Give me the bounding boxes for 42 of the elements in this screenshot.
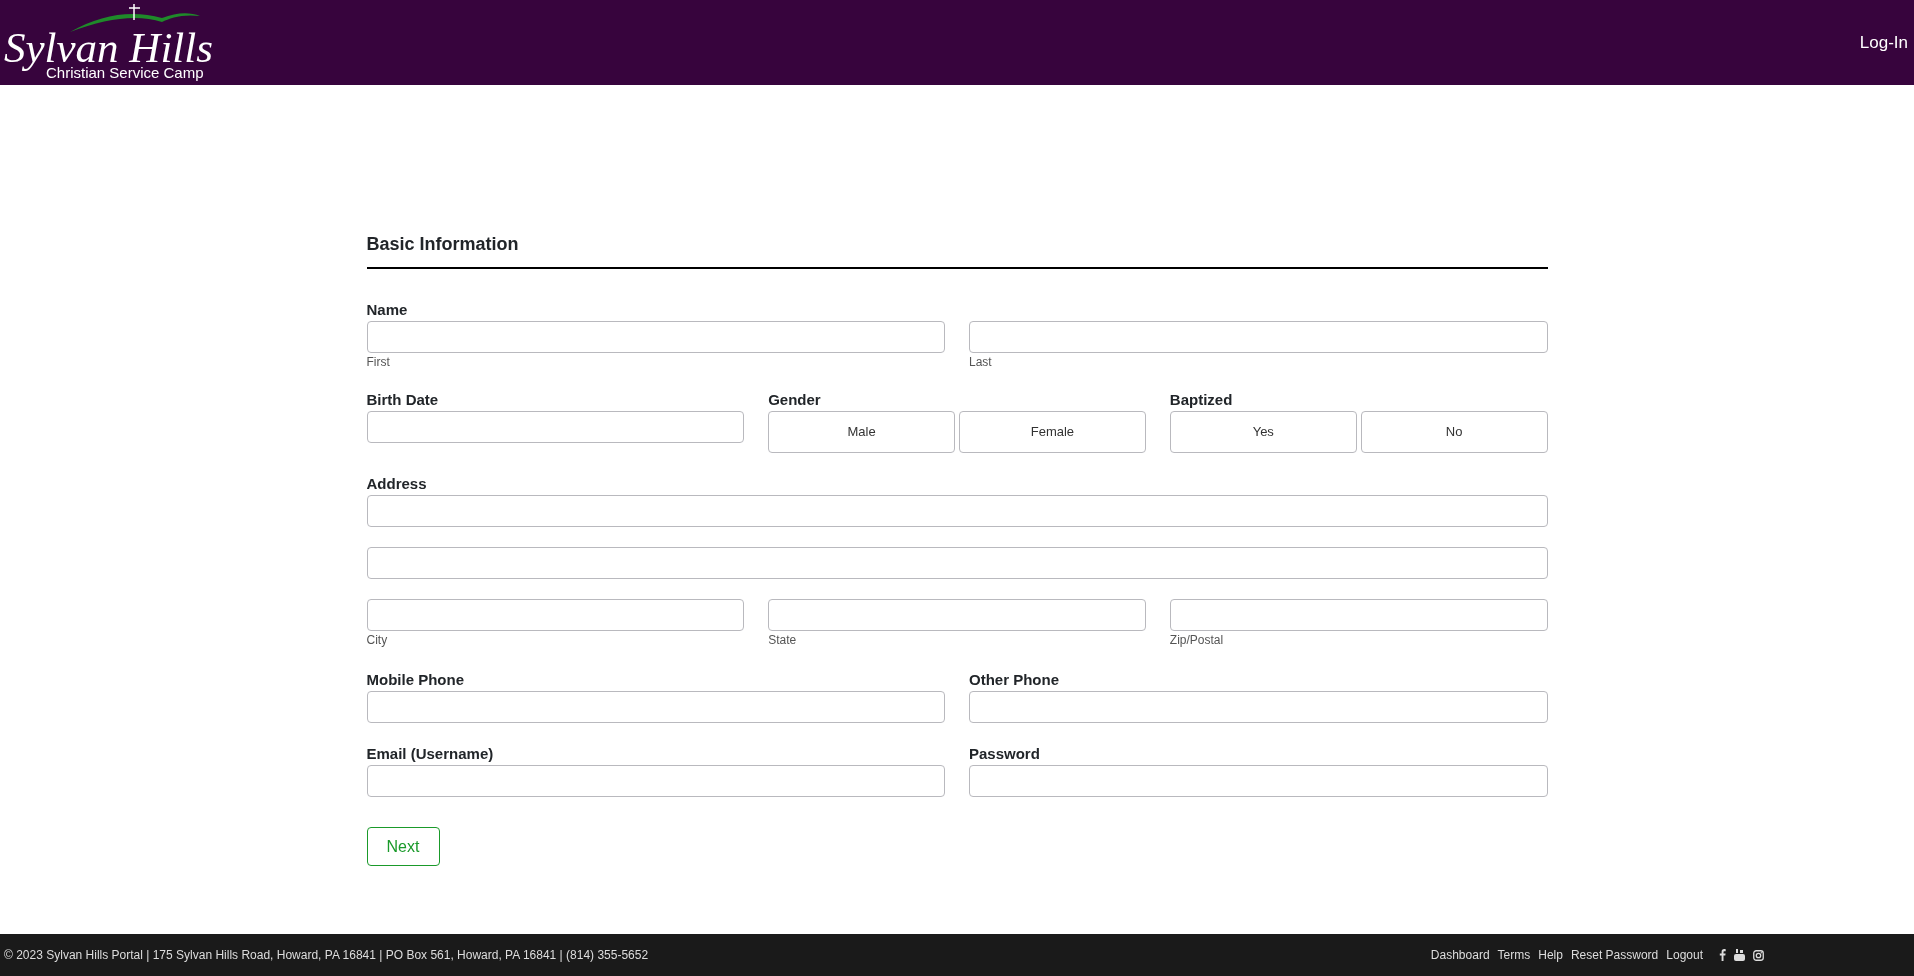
section-heading: Basic Information bbox=[366, 231, 1548, 269]
login-link[interactable]: Log-In bbox=[1859, 29, 1908, 56]
field-label: Baptized bbox=[1169, 390, 1234, 409]
footer-link[interactable]: Terms bbox=[1497, 946, 1531, 964]
input-field[interactable] bbox=[969, 691, 1548, 723]
field-label: Mobile Phone bbox=[366, 670, 465, 689]
input-field[interactable] bbox=[366, 765, 945, 797]
input-field[interactable] bbox=[969, 765, 1548, 797]
field-label: Other Phone bbox=[969, 670, 1060, 689]
footer-link[interactable]: Reset Password bbox=[1570, 946, 1659, 964]
field-label: Name bbox=[366, 300, 409, 319]
input-field[interactable] bbox=[366, 547, 1548, 579]
field-label: Password bbox=[969, 744, 1041, 763]
footer-link[interactable]: Logout bbox=[1666, 946, 1703, 964]
field-caption: City bbox=[366, 633, 389, 647]
choice-button[interactable]: Yes bbox=[1169, 411, 1357, 453]
field-label: Address bbox=[366, 474, 428, 493]
input-field[interactable] bbox=[366, 691, 945, 723]
field-caption: Last bbox=[969, 355, 993, 369]
field-label: Birth Date bbox=[366, 390, 440, 409]
choice-button[interactable]: Female bbox=[959, 411, 1146, 453]
input-field[interactable] bbox=[768, 599, 1146, 631]
input-field[interactable] bbox=[366, 599, 745, 631]
footer-link[interactable]: Dashboard bbox=[1430, 946, 1490, 964]
youtube-icon[interactable] bbox=[1734, 949, 1745, 961]
footer-text: © 2023 Sylvan Hills Portal | 175 Sylvan Hills Road, Howard, PA 16841 | PO Box 561, Howard, PA 16841 | (814) 355-5652 bbox=[3, 947, 649, 964]
field-label: Gender bbox=[768, 390, 822, 409]
next-button[interactable]: Next bbox=[366, 827, 440, 866]
input-field[interactable] bbox=[366, 495, 1548, 527]
input-field[interactable] bbox=[1169, 599, 1548, 631]
field-caption: State bbox=[768, 633, 798, 647]
instagram-icon[interactable] bbox=[1753, 949, 1764, 961]
choice-button[interactable]: No bbox=[1360, 411, 1548, 453]
field-caption: First bbox=[366, 355, 391, 369]
facebook-icon[interactable] bbox=[1719, 949, 1726, 961]
input-field[interactable] bbox=[969, 321, 1548, 353]
field-caption: Zip/Postal bbox=[1169, 633, 1225, 647]
input-field[interactable] bbox=[366, 411, 745, 443]
footer-link[interactable]: Help bbox=[1538, 946, 1563, 964]
field-label: Email (Username) bbox=[366, 744, 495, 763]
input-field[interactable] bbox=[366, 321, 945, 353]
choice-button[interactable]: Male bbox=[768, 411, 955, 453]
